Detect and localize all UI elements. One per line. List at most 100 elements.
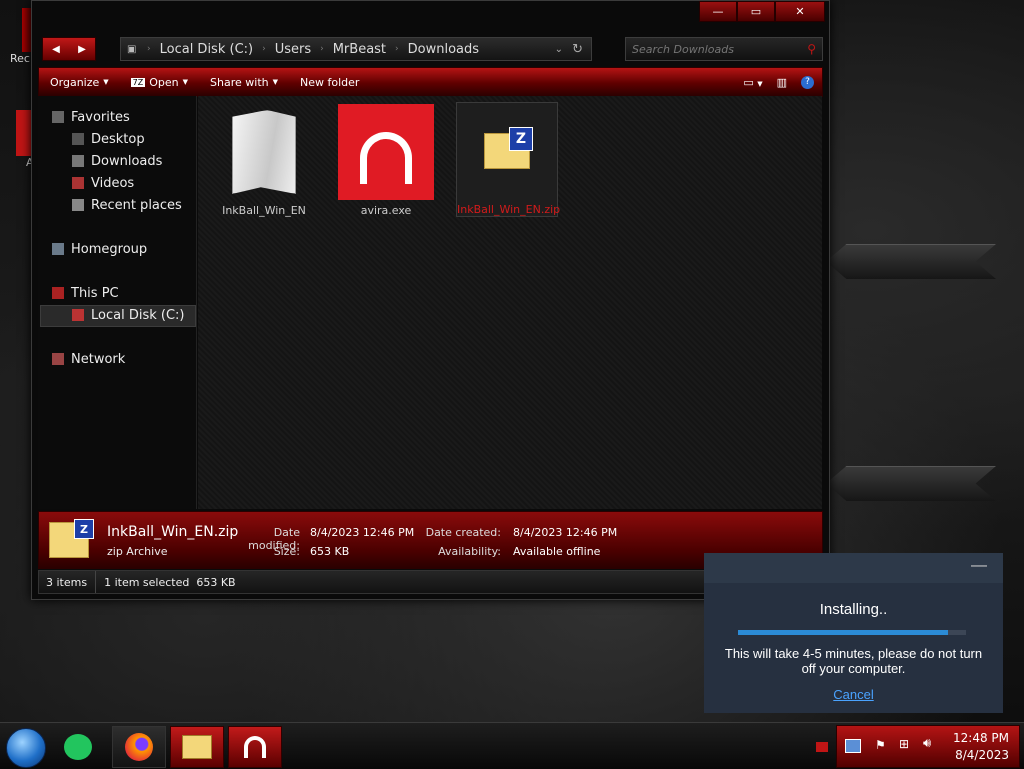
sidebar-item-label: This PC bbox=[71, 285, 119, 301]
availability-label: Availability: bbox=[438, 545, 501, 558]
sidebar-item-network[interactable]: Network bbox=[52, 349, 125, 369]
minimize-button[interactable]: — bbox=[699, 1, 737, 22]
address-bar[interactable]: ▣ › Local Disk (C:) › Users › MrBeast › … bbox=[120, 37, 592, 61]
notes-app-icon[interactable] bbox=[64, 734, 92, 760]
new-folder-button[interactable]: New folder bbox=[289, 76, 370, 89]
file-name: InkBall_Win_EN.zip bbox=[457, 203, 561, 216]
location-icon: ▣ bbox=[127, 43, 137, 55]
close-button[interactable]: ✕ bbox=[775, 1, 825, 22]
taskbar-avira[interactable] bbox=[228, 726, 282, 768]
sidebar-item-label: Recent places bbox=[91, 197, 182, 213]
clock[interactable]: 12:48 PM 8/4/2023 bbox=[953, 730, 1009, 764]
sidebar-item-label: Local Disk (C:) bbox=[91, 307, 185, 323]
date-modified-value: 8/4/2023 12:46 PM bbox=[310, 526, 415, 539]
change-view-icon[interactable]: ▭ ▼ bbox=[743, 76, 762, 89]
taskbar-file-explorer[interactable] bbox=[170, 726, 224, 768]
breadcrumb-local-disk[interactable]: Local Disk (C:) bbox=[151, 42, 262, 57]
caret-down-icon: ▼ bbox=[103, 78, 109, 86]
caret-down-icon: ▼ bbox=[182, 78, 189, 86]
volume-icon[interactable]: 🔊︎ bbox=[923, 736, 931, 751]
recent-places-icon bbox=[72, 199, 84, 211]
network-icon[interactable]: ⊞ bbox=[899, 737, 909, 751]
homegroup-icon bbox=[52, 243, 64, 255]
back-button[interactable]: ◀ bbox=[52, 44, 60, 55]
file-item[interactable]: avira.exe bbox=[336, 104, 436, 217]
breadcrumb-downloads[interactable]: Downloads bbox=[399, 42, 488, 57]
file-name: avira.exe bbox=[360, 204, 412, 217]
minimize-icon[interactable]: — bbox=[971, 557, 987, 575]
sidebar-item-label: Downloads bbox=[91, 153, 163, 169]
installing-notification: — Installing.. This will take 4-5 minute… bbox=[704, 553, 1003, 713]
sidebar-item-this-pc[interactable]: This PC bbox=[52, 283, 119, 303]
help-icon[interactable]: ? bbox=[801, 75, 814, 89]
forward-button[interactable]: ▶ bbox=[78, 44, 86, 55]
date-created-value: 8/4/2023 12:46 PM bbox=[513, 526, 618, 539]
command-bar: Organize ▼ 7Z Open ▼ Share with ▼ New folder… bbox=[38, 67, 823, 97]
maximize-icon: ▭ bbox=[750, 5, 762, 18]
file-item-selected[interactable]: Z InkBall_Win_EN.zip bbox=[456, 102, 561, 217]
downloads-icon bbox=[72, 155, 84, 167]
explorer-window: — ▭ ✕ ◀ ▶ ▣ › Local Disk (C:) › Users › … bbox=[31, 0, 830, 600]
videos-icon bbox=[72, 177, 84, 189]
start-button[interactable] bbox=[6, 728, 46, 768]
sidebar-item-local-disk[interactable]: Local Disk (C:) bbox=[72, 305, 184, 325]
notification-header: — bbox=[704, 553, 1003, 583]
show-hidden-icons[interactable] bbox=[816, 742, 828, 752]
search-box: ⚲ bbox=[625, 37, 823, 61]
maximize-button[interactable]: ▭ bbox=[737, 1, 775, 22]
file-item[interactable]: InkBall_Win_EN bbox=[214, 104, 314, 217]
sidebar-item-recent-places[interactable]: Recent places bbox=[72, 195, 182, 215]
taskbar-firefox[interactable] bbox=[112, 726, 166, 768]
close-icon: ✕ bbox=[795, 5, 805, 18]
share-with-menu[interactable]: Share with ▼ bbox=[199, 76, 289, 89]
caret-down-icon: ▼ bbox=[272, 78, 278, 86]
size-label: Size: bbox=[273, 545, 300, 558]
sidebar-item-label: Favorites bbox=[71, 109, 130, 125]
flag-icon[interactable]: ⚑ bbox=[875, 738, 886, 752]
sidebar-item-homegroup[interactable]: Homegroup bbox=[52, 239, 147, 259]
preview-pane-icon[interactable]: ▥ bbox=[777, 76, 787, 89]
sidebar-item-downloads[interactable]: Downloads bbox=[72, 151, 162, 171]
sidebar-item-videos[interactable]: Videos bbox=[72, 173, 134, 193]
network-icon bbox=[52, 353, 64, 365]
minimize-icon: — bbox=[712, 5, 724, 18]
open-button[interactable]: 7Z Open ▼ bbox=[120, 76, 199, 89]
star-icon bbox=[52, 111, 64, 123]
disk-icon bbox=[72, 309, 84, 321]
zip-folder-icon: Z bbox=[49, 519, 94, 558]
desktop-icon bbox=[72, 133, 84, 145]
view-controls: ▭ ▼ ▥ ? bbox=[743, 75, 814, 89]
search-input[interactable] bbox=[626, 41, 808, 57]
file-name: InkBall_Win_EN bbox=[222, 204, 306, 217]
organize-menu[interactable]: Organize ▼ bbox=[39, 76, 120, 89]
sidebar-item-label: Network bbox=[71, 351, 126, 367]
organize-label: Organize bbox=[50, 75, 100, 89]
sidebar-item-desktop[interactable]: Desktop bbox=[72, 129, 145, 149]
sidebar-item-label: Homegroup bbox=[71, 241, 148, 257]
search-icon[interactable]: ⚲ bbox=[807, 42, 816, 56]
install-progress-bar bbox=[738, 630, 966, 635]
cancel-link[interactable]: Cancel bbox=[704, 687, 1003, 702]
chevron-down-icon[interactable]: ⌄ bbox=[555, 44, 563, 55]
wallpaper-arrow-decoration bbox=[826, 244, 996, 279]
size-value: 653 KB bbox=[310, 545, 350, 558]
computer-icon bbox=[52, 287, 64, 299]
clock-date: 8/4/2023 bbox=[955, 748, 1009, 762]
avira-tray-icon[interactable] bbox=[845, 739, 861, 753]
avira-icon bbox=[244, 736, 266, 758]
sidebar-item-favorites[interactable]: Favorites bbox=[52, 107, 130, 127]
zip-folder-icon: Z bbox=[459, 103, 555, 199]
new-folder-label: New folder bbox=[300, 75, 360, 89]
clock-time: 12:48 PM bbox=[953, 731, 1009, 745]
notification-title: Installing.. bbox=[819, 601, 888, 618]
details-file-type: zip Archive bbox=[107, 545, 168, 558]
details-file-name: InkBall_Win_EN.zip bbox=[107, 524, 239, 540]
breadcrumb-users[interactable]: Users bbox=[266, 42, 320, 57]
install-progress-fill bbox=[738, 630, 948, 635]
system-tray: ⚑ ⊞ 🔊︎ 12:48 PM 8/4/2023 bbox=[836, 725, 1020, 768]
nav-buttons: ◀ ▶ bbox=[42, 37, 96, 61]
folder-icon bbox=[182, 735, 212, 759]
refresh-icon[interactable]: ↻ bbox=[572, 42, 583, 57]
selection-info: 1 item selected 653 KB bbox=[104, 575, 236, 589]
breadcrumb-mrbeast[interactable]: MrBeast bbox=[324, 42, 395, 57]
